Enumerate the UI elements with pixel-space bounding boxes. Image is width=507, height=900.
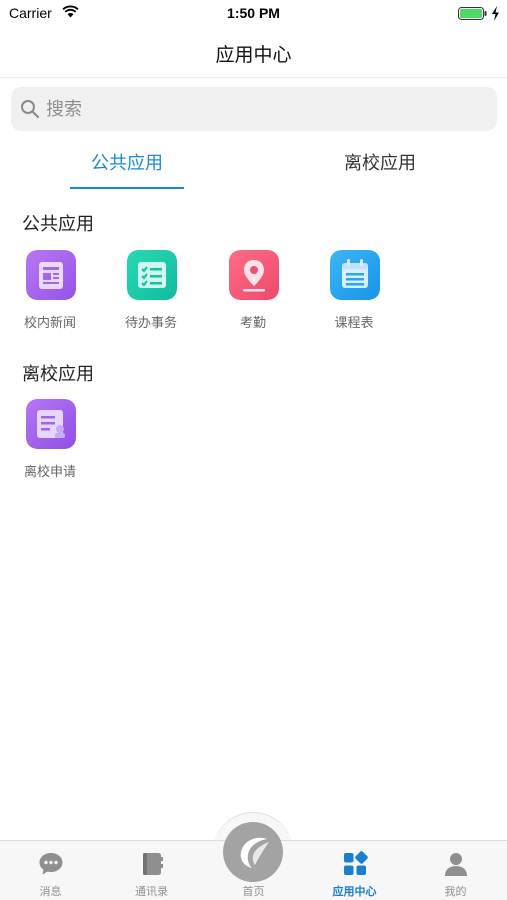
app-grid-icon (344, 851, 368, 875)
navigation-bar: 应用中心 (0, 28, 507, 78)
tabbar-item-contacts[interactable]: 通讯录 (101, 841, 202, 900)
tabbar-label: 首页 (242, 885, 265, 898)
chat-bubble-icon (39, 853, 63, 875)
contacts-book-icon (143, 853, 163, 875)
app-todo[interactable]: 待办事务 (101, 250, 201, 340)
app-label: 考勤 (239, 316, 266, 331)
app-campus-news[interactable]: 校内新闻 (0, 250, 100, 340)
form-icon (26, 399, 76, 449)
tabbar-label: 应用中心 (332, 885, 377, 898)
clock: 1:50 PM (227, 5, 280, 21)
app-timetable[interactable]: 课程表 (304, 250, 404, 340)
tabbar-item-app-center[interactable]: 应用中心 (304, 841, 405, 900)
active-tab-indicator (70, 187, 184, 189)
tab-strip: 公共应用 离校应用 (0, 140, 507, 190)
home-center-button[interactable] (223, 822, 283, 882)
app-label: 校内新闻 (23, 316, 76, 331)
tabbar-item-profile[interactable]: 我的 (405, 841, 506, 900)
section-title-leaving-school-apps: 离校应用 (22, 364, 94, 385)
person-icon (445, 853, 467, 876)
tabbar-label: 通讯录 (135, 885, 168, 898)
calendar-icon (330, 250, 380, 300)
page-title: 应用中心 (215, 44, 292, 66)
home-logo-icon (240, 837, 269, 868)
app-label: 课程表 (334, 316, 374, 331)
app-attendance[interactable]: 考勤 (203, 250, 303, 340)
location-pin-icon (229, 250, 279, 300)
tabbar-label: 我的 (444, 885, 467, 898)
app-label: 待办事务 (124, 316, 177, 331)
search-icon (21, 100, 40, 119)
tabbar-label: 消息 (39, 885, 62, 898)
search-bar[interactable] (11, 87, 497, 131)
tab-public-apps[interactable]: 公共应用 (27, 140, 227, 190)
charging-bolt-icon (492, 6, 499, 21)
app-label: 离校申请 (23, 465, 76, 480)
section-title-public-apps: 公共应用 (22, 214, 94, 235)
checklist-icon (127, 250, 177, 300)
status-bar: Carrier 1:50 PM (0, 0, 507, 28)
app-leave-application[interactable]: 离校申请 (0, 399, 100, 489)
tab-leaving-school-apps[interactable]: 离校应用 (280, 140, 480, 190)
search-input[interactable] (46, 87, 486, 131)
tabbar-item-messages[interactable]: 消息 (0, 841, 101, 900)
news-icon (26, 250, 76, 300)
battery-icon (458, 7, 487, 20)
